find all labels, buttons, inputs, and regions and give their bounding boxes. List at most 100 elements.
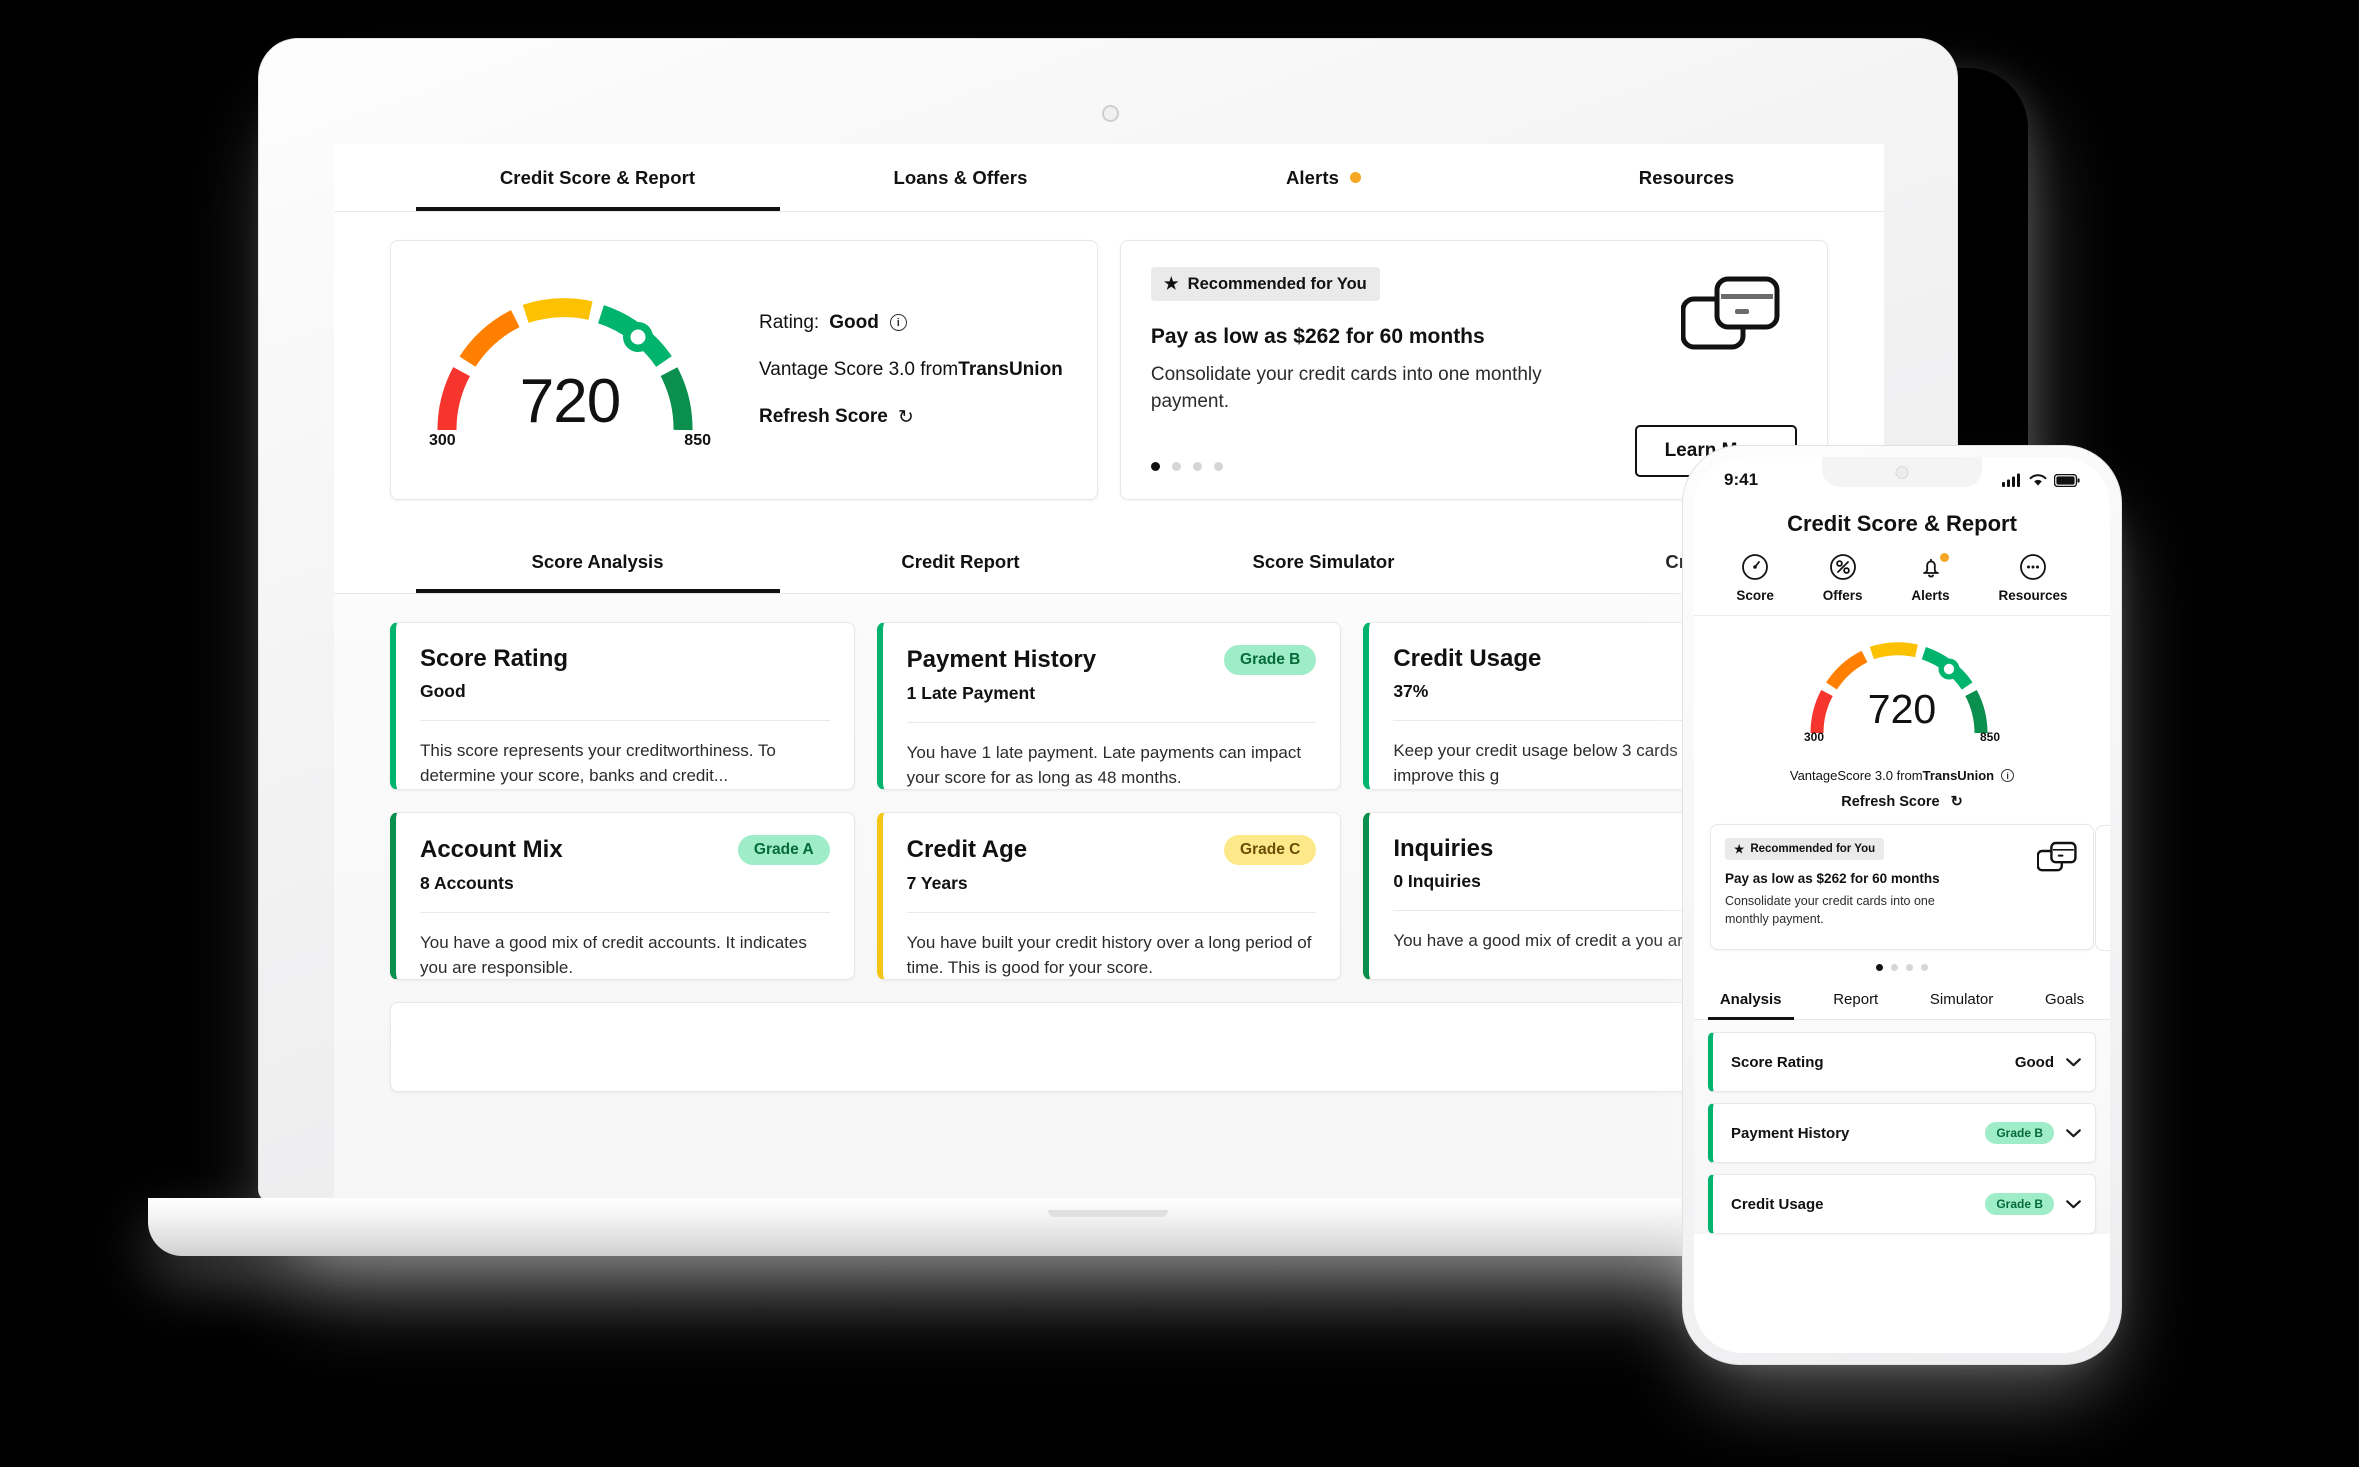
recommended-badge-label: Recommended for You: [1187, 274, 1367, 293]
phone-offer-next-peek[interactable]: [2095, 825, 2110, 951]
status-indicators: [2002, 473, 2080, 487]
phone-grade-badge: Grade B: [1985, 1193, 2054, 1215]
divider: [906, 722, 1317, 723]
phone-row-credit-usage[interactable]: Credit Usage Grade B: [1708, 1174, 2096, 1234]
hero-section: 720 300 850 Rating: Good i Vantage Score…: [334, 212, 1884, 500]
card-header: Payment History Grade B: [907, 645, 1317, 675]
subtab-score-simulator[interactable]: Score Simulator: [1142, 530, 1505, 593]
phone-row-payment-history[interactable]: Payment History Grade B: [1708, 1103, 2096, 1163]
chevron-down-icon[interactable]: [2066, 1128, 2081, 1138]
grade-badge: Grade B: [1224, 645, 1317, 675]
card-header: Credit Age Grade C: [907, 835, 1317, 865]
card-value: 7 Years: [906, 873, 968, 893]
refresh-score-button[interactable]: Refresh Score ↻: [759, 406, 1063, 429]
quick-nav-label: Offers: [1822, 588, 1863, 603]
subtab-label: Score Simulator: [1252, 550, 1395, 572]
card-title: Account Mix: [420, 836, 563, 863]
bureau-row: Vantage Score 3.0 from TransUnion: [759, 359, 1063, 381]
phone-offer-carousel-dots[interactable]: [1694, 964, 2110, 971]
offer-description: Consolidate your credit cards into one m…: [1150, 364, 1542, 412]
factor-card-credit-age[interactable]: Credit Age Grade C 7 Years You have buil…: [876, 812, 1342, 980]
active-underline: [415, 207, 780, 211]
carousel-dot[interactable]: [1192, 462, 1202, 471]
card-description: This score represents your creditworthin…: [420, 741, 776, 785]
credit-cards-icon: [2037, 841, 2077, 872]
phone-gauge-range-labels: 300 850: [1802, 730, 2002, 744]
card-header: Account Mix Grade A: [420, 835, 830, 865]
phone-tab-label: Goals: [2044, 991, 2085, 1008]
carousel-dot[interactable]: [1213, 462, 1223, 471]
primary-nav: Credit Score & Report Loans & Offers Ale…: [334, 144, 1884, 212]
subtab-score-analysis[interactable]: Score Analysis: [415, 530, 780, 593]
alerts-notification-dot-icon: [1350, 172, 1362, 183]
divider: [420, 720, 830, 721]
credit-score-gauge: 720 300 850: [425, 280, 715, 460]
quick-nav-resources[interactable]: Resources: [1999, 553, 2068, 603]
credit-score-panel: 720 300 850 Rating: Good i Vantage Score…: [390, 240, 1098, 500]
quick-nav-label: Alerts: [1911, 588, 1950, 603]
phone-row-right: Good: [2015, 1054, 2081, 1071]
factor-card-account-mix[interactable]: Account Mix Grade A 8 Accounts You have …: [390, 812, 855, 980]
refresh-icon: ↻: [1950, 794, 1963, 810]
chevron-down-icon[interactable]: [2066, 1199, 2081, 1209]
gauge-range-labels: 300 850: [425, 432, 715, 450]
phone-refresh-label: Refresh Score: [1841, 794, 1940, 810]
info-icon[interactable]: i: [2001, 769, 2015, 782]
phone-tab-analysis[interactable]: Analysis: [1707, 983, 1794, 1020]
factor-card-payment-history[interactable]: Payment History Grade B 1 Late Payment Y…: [876, 622, 1342, 790]
chevron-down-icon[interactable]: [2066, 1057, 2081, 1067]
gauge-seg-good-low: [522, 298, 593, 323]
credit-cards-icon: [1681, 276, 1780, 350]
phone-factor-list: Score Rating Good Payment History Grade …: [1694, 1020, 2110, 1234]
phone-refresh-score-button[interactable]: Refresh Score ↻: [1694, 794, 2110, 810]
front-camera-icon: [1895, 466, 1909, 479]
phone-row-title: Score Rating: [1731, 1053, 1824, 1071]
alert-badge-dot-icon: [1939, 553, 1949, 562]
info-icon[interactable]: i: [889, 314, 907, 331]
phone-tab-simulator[interactable]: Simulator: [1926, 983, 1997, 1019]
tab-loans-offers[interactable]: Loans & Offers: [779, 144, 1142, 211]
phone-screen: 9:41 Credit Score & Report Score Offers …: [1694, 457, 2110, 1353]
gauge-min-label: 300: [429, 432, 456, 449]
carousel-dot[interactable]: [1921, 964, 1928, 971]
quick-nav-score[interactable]: Score: [1736, 553, 1774, 603]
refresh-icon: ↻: [897, 406, 914, 428]
wifi-icon: [2029, 474, 2047, 486]
subtab-credit-report[interactable]: Credit Report: [779, 530, 1142, 593]
factor-card-score-rating[interactable]: Score Rating Good This score represents …: [390, 622, 855, 790]
phone-row-title: Payment History: [1731, 1124, 1850, 1142]
phone-row-score-rating[interactable]: Score Rating Good: [1708, 1032, 2096, 1092]
card-header: Score Rating: [420, 645, 830, 673]
card-description: You have 1 late payment. Late payments c…: [906, 743, 1302, 787]
tab-credit-score-report[interactable]: Credit Score & Report: [415, 144, 780, 211]
credit-score-value: 720: [519, 367, 621, 436]
carousel-dot[interactable]: [1150, 462, 1160, 471]
tab-label: Loans & Offers: [893, 166, 1028, 188]
card-description: You have built your credit history over …: [906, 933, 1312, 977]
carousel-dot[interactable]: [1891, 964, 1898, 971]
phone-tab-report[interactable]: Report: [1829, 983, 1882, 1019]
grade-badge: Grade C: [1224, 835, 1317, 865]
phone-offer-card[interactable]: ★ Recommended for You Pay as low as $262…: [1710, 824, 2110, 951]
phone-bureau-row: VantageScore 3.0 from TransUnion i: [1694, 768, 2110, 783]
offer-carousel-dots[interactable]: [1150, 462, 1223, 471]
phone-page-title: Credit Score & Report: [1787, 511, 2017, 536]
subtab-label: Credit Report: [901, 550, 1020, 572]
next-section-card[interactable]: [390, 1002, 1828, 1092]
factor-card-grid: Score Rating Good This score represents …: [390, 622, 1828, 980]
tab-resources[interactable]: Resources: [1505, 144, 1868, 211]
tab-alerts[interactable]: Alerts: [1142, 144, 1505, 211]
phone-offer-title: Pay as low as $262 for 60 months: [1725, 871, 1940, 886]
active-underline: [1707, 1017, 1794, 1020]
divider: [906, 912, 1317, 913]
phone-credit-score-value: 720: [1867, 686, 1937, 732]
quick-nav-alerts[interactable]: Alerts: [1911, 553, 1950, 603]
grade-badge: Grade A: [737, 835, 830, 865]
phone-tab-goals[interactable]: Goals: [2041, 983, 2088, 1019]
carousel-dot[interactable]: [1906, 964, 1913, 971]
phone-row-right: Grade B: [1985, 1193, 2081, 1215]
carousel-dot[interactable]: [1171, 462, 1181, 471]
phone-row-value: Good: [2014, 1053, 2054, 1071]
carousel-dot[interactable]: [1876, 964, 1883, 971]
quick-nav-offers[interactable]: Offers: [1823, 553, 1863, 603]
